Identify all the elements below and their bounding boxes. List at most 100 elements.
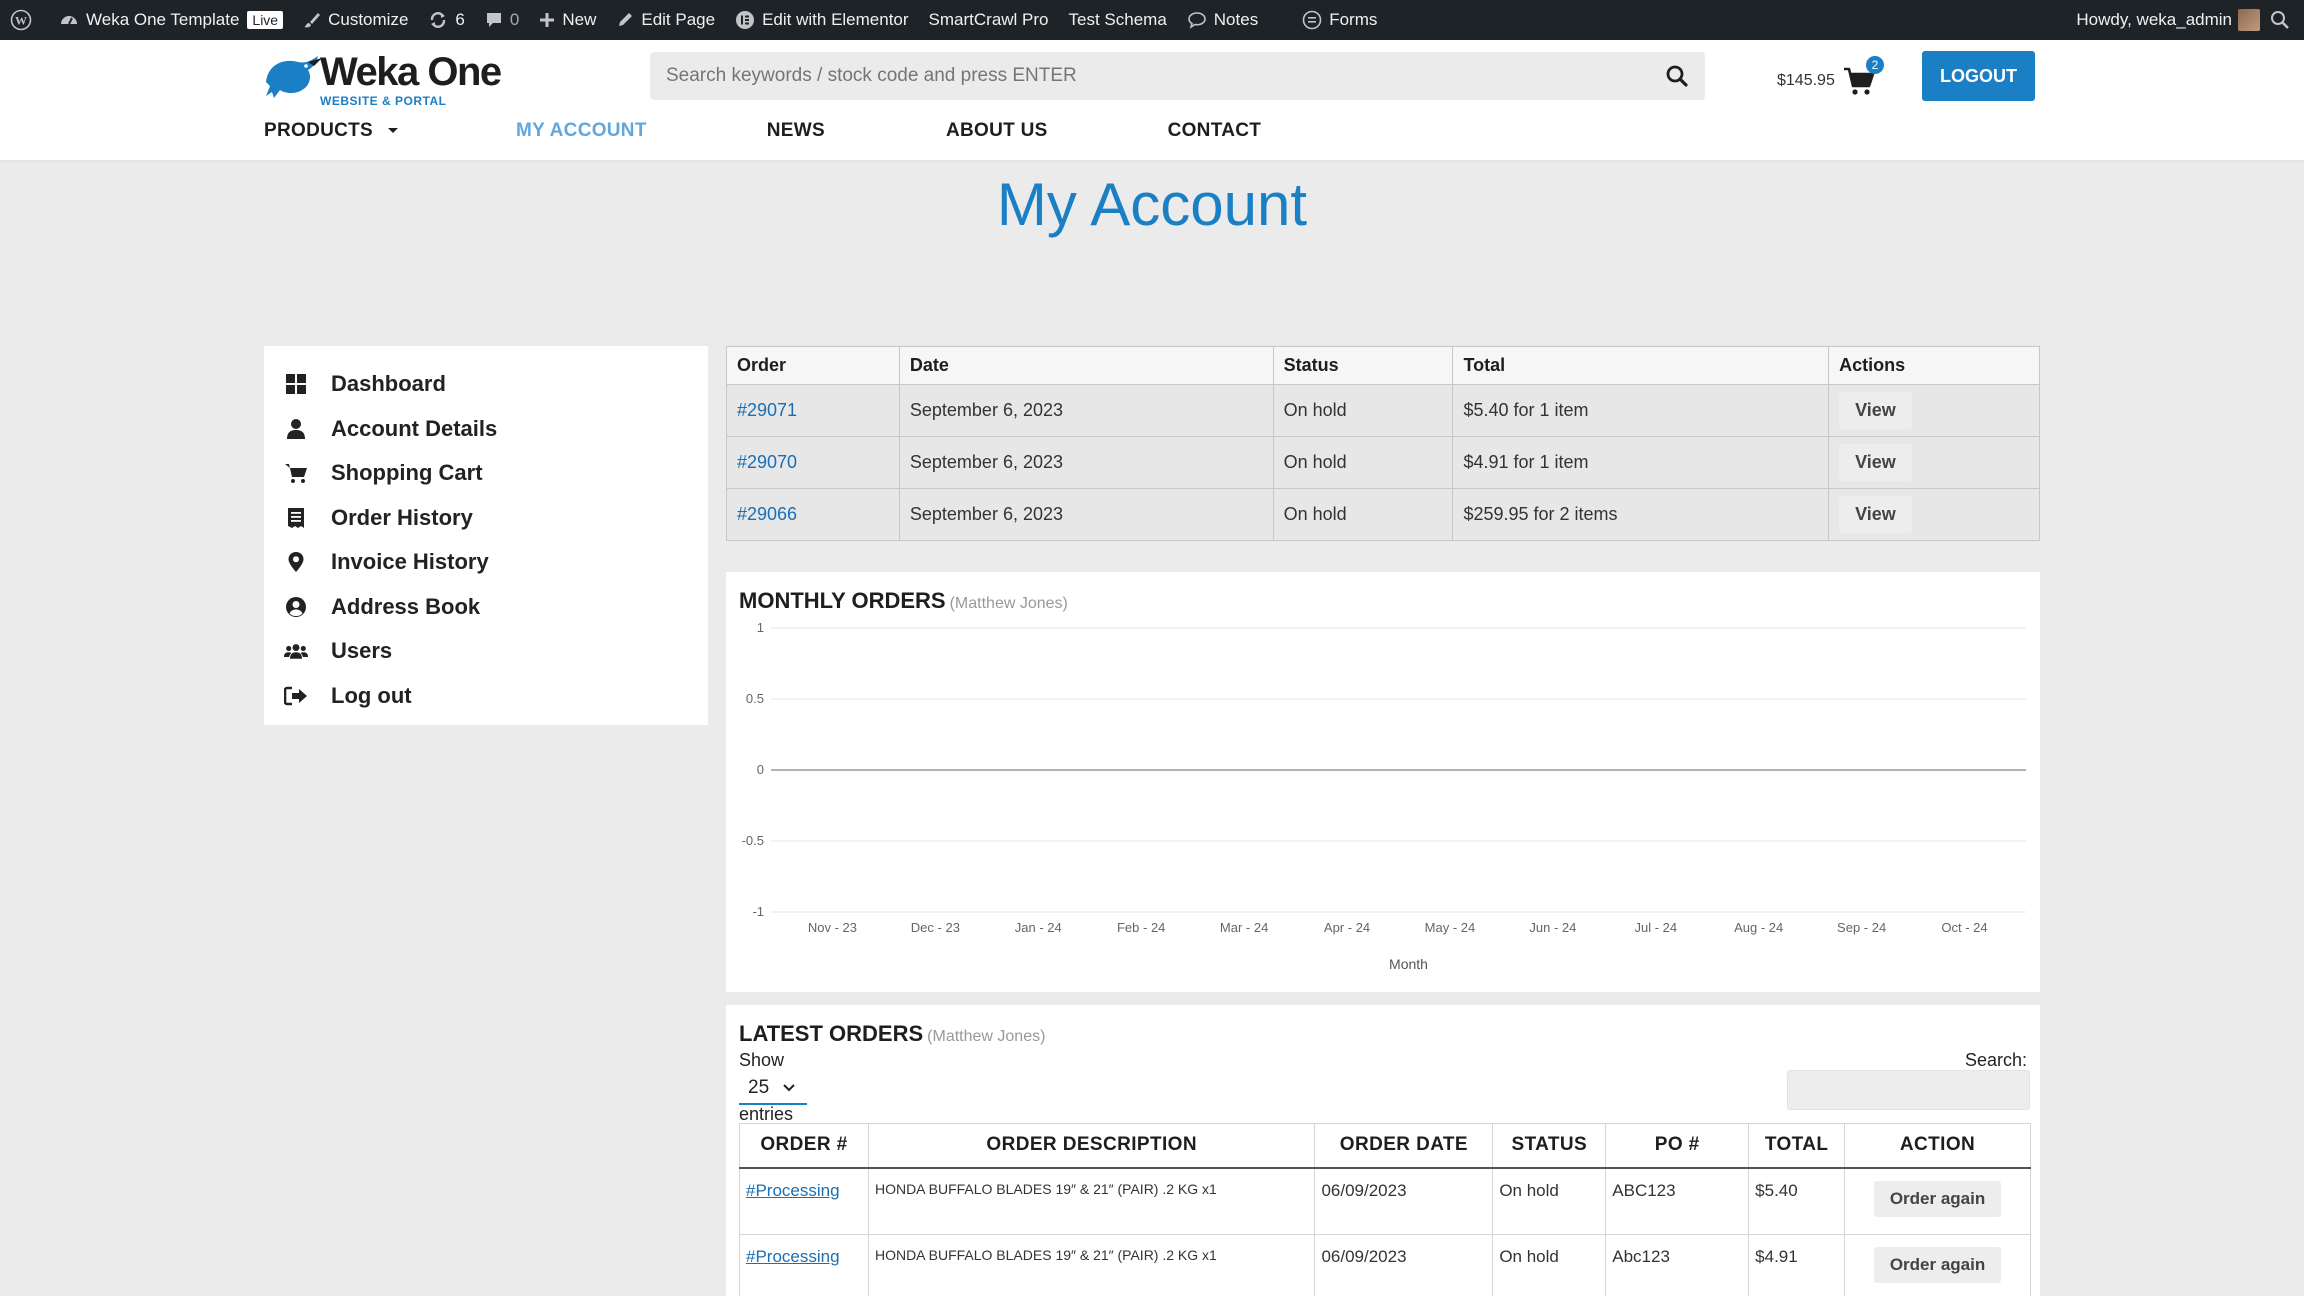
col-po-number[interactable]: PO # — [1605, 1123, 1750, 1169]
sidebar-item-label: Log out — [331, 682, 412, 708]
new-label: New — [562, 10, 597, 29]
cart-total[interactable]: $145.95 — [1777, 72, 1835, 90]
admin-avatar[interactable] — [2238, 9, 2260, 31]
dashboard-gauge-icon — [61, 16, 77, 25]
x-tick-label: Aug - 24 — [1734, 920, 1783, 935]
order-date: September 6, 2023 — [898, 436, 1274, 489]
admin-smartcrawl[interactable]: SmartCrawl Pro — [919, 0, 1059, 40]
admin-forms[interactable]: Forms — [1292, 0, 1387, 40]
order-total: $4.91 — [1748, 1234, 1846, 1296]
admin-comments[interactable]: 0 — [475, 0, 529, 40]
admin-customize[interactable]: Customize — [293, 0, 418, 40]
page-size-select[interactable]: 25 — [739, 1073, 807, 1105]
site-logo[interactable]: Weka One WEBSITE & PORTAL — [262, 50, 522, 108]
x-tick-label: Feb - 24 — [1117, 920, 1165, 935]
nav-contact[interactable]: CONTACT — [1168, 120, 1262, 142]
search-icon[interactable] — [2270, 10, 2290, 30]
wordpress-logo-icon[interactable]: W — [0, 0, 49, 40]
table-header-row: ORDER # ORDER DESCRIPTION ORDER DATE STA… — [739, 1123, 2031, 1169]
speech-bubble-icon — [1187, 12, 1206, 29]
x-tick-label: Jul - 24 — [1634, 920, 1677, 935]
order-link[interactable]: #Processing — [746, 1247, 840, 1266]
admin-edit-page[interactable]: Edit Page — [606, 0, 725, 40]
admin-edit-elementor[interactable]: Edit with Elementor — [725, 0, 918, 40]
comments-count: 0 — [509, 10, 520, 29]
admin-notes[interactable]: Notes — [1177, 0, 1268, 40]
table-search-input[interactable] — [1787, 1070, 2030, 1110]
sidebar-item-invoice-history[interactable]: Invoice History — [264, 540, 708, 585]
cart-icon — [284, 461, 308, 485]
nav-products[interactable]: PRODUCTS — [264, 120, 399, 142]
sidebar-item-shopping-cart[interactable]: Shopping Cart — [264, 451, 708, 496]
chevron-down-icon — [388, 128, 399, 133]
col-order-number[interactable]: ORDER # — [739, 1123, 869, 1169]
howdy-user[interactable]: Howdy, weka_admin — [2076, 10, 2232, 30]
order-again-button[interactable]: Order again — [1873, 1247, 2002, 1283]
search-input[interactable] — [666, 65, 1665, 87]
view-order-button[interactable]: View — [1839, 496, 1912, 533]
col-actions: Actions — [1828, 346, 2040, 385]
nav-my-account[interactable]: MY ACCOUNT — [516, 120, 647, 142]
col-total[interactable]: TOTAL — [1748, 1123, 1846, 1169]
order-status: On hold — [1272, 488, 1454, 541]
y-tick-label: -1 — [752, 904, 764, 919]
table-row: #29071 September 6, 2023 On hold $5.40 f… — [726, 384, 2040, 437]
edit-page-label: Edit Page — [641, 10, 716, 29]
search-icon[interactable] — [1665, 64, 1689, 88]
logo-subtext: WEBSITE & PORTAL — [320, 94, 447, 108]
sidebar-item-account-details[interactable]: Account Details — [264, 407, 708, 452]
col-total: Total — [1452, 346, 1830, 385]
order-link[interactable]: #29070 — [737, 452, 797, 472]
order-link[interactable]: #29071 — [737, 400, 797, 420]
view-order-button[interactable]: View — [1839, 444, 1912, 481]
order-description: HONDA BUFFALO BLADES 19″ & 21″ (PAIR) .2… — [867, 1167, 1316, 1235]
x-tick-label: Jan - 24 — [1015, 920, 1062, 935]
y-tick-label: 0 — [757, 762, 764, 777]
nav-news[interactable]: NEWS — [767, 120, 825, 142]
col-order-description[interactable]: ORDER DESCRIPTION — [867, 1123, 1316, 1169]
user-icon — [284, 417, 308, 441]
svg-text:W: W — [15, 14, 27, 28]
sidebar-item-log-out[interactable]: Log out — [264, 674, 708, 719]
admin-updates[interactable]: 6 — [418, 0, 474, 40]
order-date: 06/09/2023 — [1314, 1234, 1494, 1296]
test-schema-label: Test Schema — [1068, 10, 1167, 29]
y-tick-label: 1 — [757, 620, 764, 635]
wp-admin-bar: W Weka One Template Live Customize 6 0 N… — [0, 0, 2304, 40]
plus-icon — [540, 13, 555, 27]
sidebar-item-label: Account Details — [331, 415, 498, 441]
sidebar-item-address-book[interactable]: Address Book — [264, 585, 708, 630]
x-tick-label: Jun - 24 — [1529, 920, 1576, 935]
entries-label: entries — [739, 1104, 794, 1124]
sidebar-item-users[interactable]: Users — [264, 629, 708, 674]
admin-test-schema[interactable]: Test Schema — [1059, 0, 1177, 40]
table-row: #Processing HONDA BUFFALO BLADES 19″ & 2… — [739, 1167, 2031, 1235]
col-order-date[interactable]: ORDER DATE — [1314, 1123, 1494, 1169]
page-size-value: 25 — [748, 1077, 770, 1098]
customize-label: Customize — [328, 10, 409, 29]
order-date: 06/09/2023 — [1314, 1167, 1494, 1235]
sidebar-item-label: Users — [331, 638, 393, 664]
sidebar-item-order-history[interactable]: Order History — [264, 496, 708, 541]
order-status: On hold — [1272, 384, 1454, 437]
view-order-button[interactable]: View — [1839, 392, 1912, 429]
order-date: September 6, 2023 — [898, 384, 1274, 437]
latest-orders-heading: LATEST ORDERS — [739, 1021, 924, 1046]
order-again-button[interactable]: Order again — [1873, 1180, 2002, 1217]
table-row: #Processing HONDA BUFFALO BLADES 19″ & 2… — [739, 1234, 2031, 1296]
weka-bird-icon — [266, 56, 322, 98]
notes-label: Notes — [1213, 10, 1259, 29]
logout-button[interactable]: LOGOUT — [1922, 51, 2035, 101]
col-action: ACTION — [1844, 1123, 2031, 1169]
nav-about-us[interactable]: ABOUT US — [946, 120, 1048, 142]
sidebar-item-label: Shopping Cart — [331, 460, 483, 486]
col-status[interactable]: STATUS — [1492, 1123, 1607, 1169]
order-link[interactable]: #Processing — [746, 1181, 840, 1200]
admin-site-name[interactable]: Weka One Template Live — [49, 0, 293, 40]
order-link[interactable]: #29066 — [737, 504, 797, 524]
sign-out-icon — [284, 684, 308, 708]
admin-new[interactable]: New — [529, 0, 606, 40]
sidebar-item-dashboard[interactable]: Dashboard — [264, 362, 708, 407]
monthly-orders-chart: 1 0.5 0 -0.5 -1 Nov - 23 Dec - 23 Jan - 24 Feb -… — [742, 620, 2026, 972]
nav-products-label: PRODUCTS — [264, 120, 374, 141]
